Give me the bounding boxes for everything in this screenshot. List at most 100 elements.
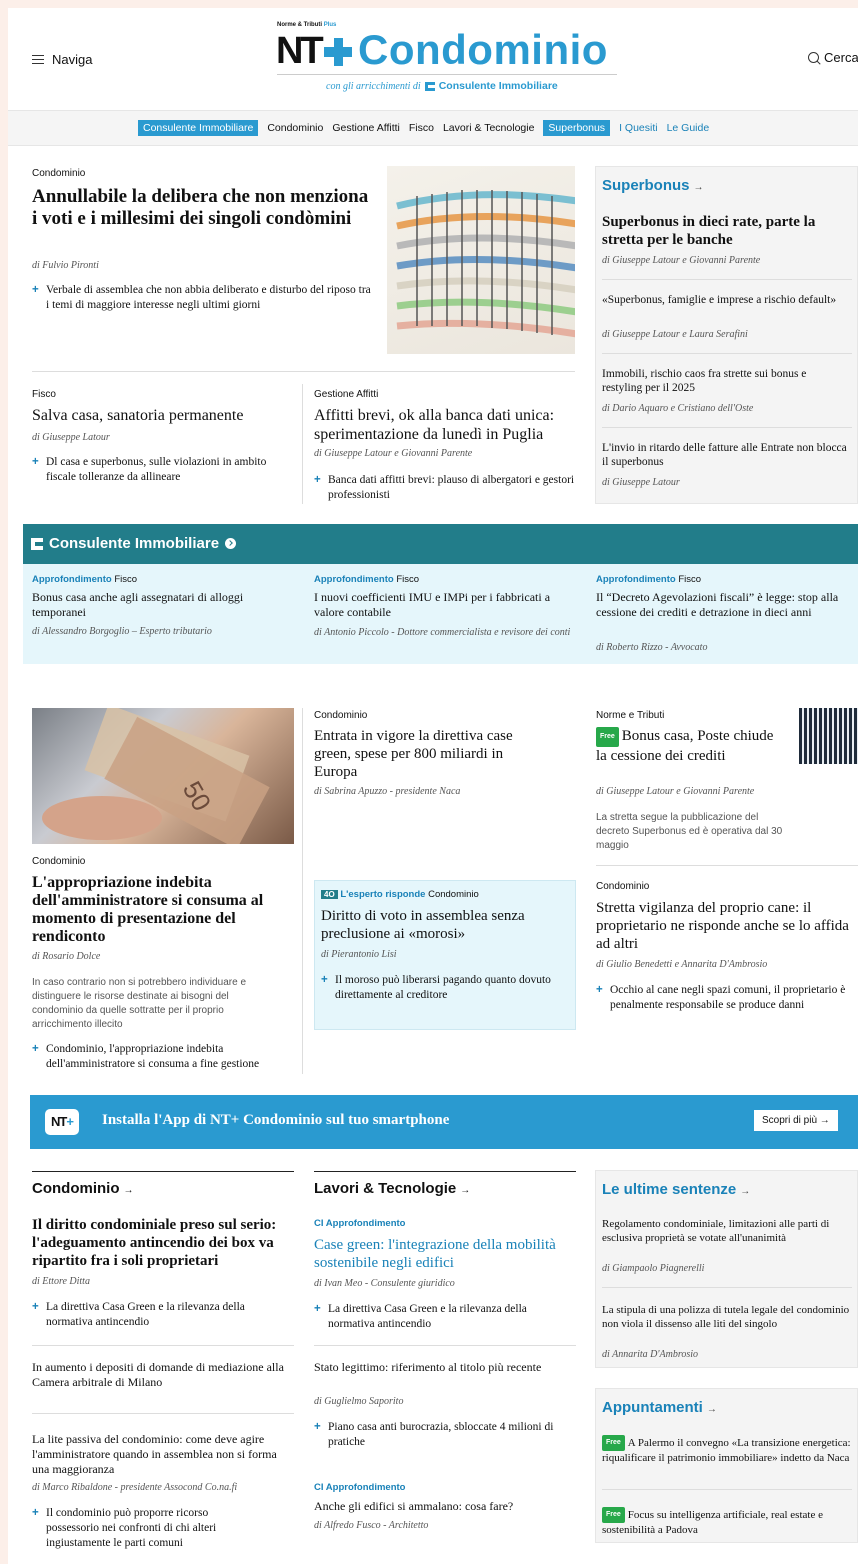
- section-nav: Consulente Immobiliare Condominio Gestio…: [8, 110, 858, 146]
- green-title[interactable]: Entrata in vigore la direttiva case gree…: [314, 727, 514, 781]
- ci-section-title: Consulente Immobiliare: [49, 535, 220, 552]
- ci-section-header[interactable]: Consulente Immobiliare: [23, 524, 858, 564]
- cane-related-link[interactable]: Occhio al cane negli spazi comuni, il pr…: [596, 983, 846, 1013]
- banknotes-illustration: 50: [42, 704, 270, 850]
- esperto-related-link[interactable]: Il moroso può liberarsi pagando quanto d…: [321, 973, 561, 1003]
- divider: [302, 708, 303, 1074]
- superbonus-item-4-byline: di Giuseppe Latour: [602, 477, 680, 488]
- poste-byline: di Giuseppe Latour e Giovanni Parente: [596, 786, 755, 797]
- lead-image[interactable]: [387, 166, 578, 354]
- divider: [602, 353, 852, 354]
- divider: [314, 1345, 576, 1346]
- superbonus-panel: Superbonus → Superbonus in dieci rate, pa…: [595, 166, 858, 504]
- fisco-related-link[interactable]: Dl casa e superbonus, sulle violazioni i…: [32, 455, 272, 485]
- nav-item-consulente[interactable]: Consulente Immobiliare: [138, 120, 259, 136]
- lavori-lead-title[interactable]: Case green: l'integrazione della mobilit…: [314, 1236, 576, 1272]
- fisco-kicker[interactable]: Fisco: [32, 389, 56, 400]
- menu-label: Naviga: [52, 52, 93, 67]
- nav-item-condominio[interactable]: Condominio: [267, 122, 323, 134]
- lavori-item-3-tag[interactable]: CI Approfondimento: [314, 1482, 405, 1493]
- lavori-lead-tag[interactable]: CI Approfondimento: [314, 1218, 405, 1229]
- appropriazione-image[interactable]: 50: [32, 704, 294, 850]
- lavori-section-label: Lavori & Tecnologie: [314, 1180, 457, 1197]
- ci-item-2-title[interactable]: I nuovi coefficienti IMU e IMPi per i fa…: [314, 590, 574, 620]
- cane-title[interactable]: Stretta vigilanza del proprio cane: il p…: [596, 899, 858, 953]
- esperto-badge: 4O: [321, 890, 338, 899]
- lavori-item-2-title[interactable]: Stato legittimo: riferimento al titolo p…: [314, 1360, 574, 1375]
- affitti-title[interactable]: Affitti brevi, ok alla banca dati unica:…: [314, 406, 576, 444]
- poste-title[interactable]: Free Bonus casa, Poste chiude la cessione…: [596, 727, 776, 765]
- sentenze-panel: Le ultime sentenze → Regolamento condomin…: [595, 1170, 858, 1368]
- superbonus-title-text: Superbonus: [602, 177, 690, 194]
- esperto-byline: di Pierantonio Lisi: [321, 949, 397, 960]
- lavori-item-2-related[interactable]: Piano casa anti burocrazia, sbloccate 4 …: [314, 1420, 576, 1450]
- condominio-item-3-byline: di Marco Ribaldone - presidente Assocond…: [32, 1482, 238, 1493]
- appropriazione-kicker[interactable]: Condominio: [32, 856, 85, 867]
- lavori-lead-related[interactable]: La direttiva Casa Green e la rilevanza d…: [314, 1302, 559, 1332]
- appropriazione-related-link[interactable]: Condominio, l'appropriazione indebita de…: [32, 1042, 297, 1072]
- ci-item-3-title[interactable]: Il “Decreto Agevolazioni fiscali” è legg…: [596, 590, 858, 620]
- logo-kicker-text: Norme & Tributi: [277, 22, 323, 28]
- superbonus-lead-byline: di Giuseppe Latour e Giovanni Parente: [602, 255, 761, 266]
- menu-button[interactable]: Naviga: [32, 52, 92, 67]
- cane-kicker[interactable]: Condominio: [596, 881, 649, 892]
- condominio-item-3-related[interactable]: Il condominio può proporre ricorso posse…: [32, 1506, 257, 1551]
- appropriazione-title[interactable]: L'appropriazione indebita dell'amministr…: [32, 874, 294, 946]
- superbonus-item-3-title[interactable]: Immobili, rischio caos fra strette sui b…: [602, 367, 847, 395]
- ci-item-3-tag[interactable]: Approfondimento Fisco: [596, 574, 701, 585]
- superbonus-item-3-byline: di Dario Aquaro e Cristiano dell'Oste: [602, 403, 754, 414]
- poste-kicker[interactable]: Norme e Tributi: [596, 710, 664, 721]
- condominio-item-2-title[interactable]: In aumento i depositi di domande di medi…: [32, 1360, 294, 1390]
- nav-item-guide[interactable]: Le Guide: [667, 122, 710, 134]
- nav-item-superbonus[interactable]: Superbonus: [543, 120, 611, 136]
- nav-item-quesiti[interactable]: I Quesiti: [619, 122, 658, 134]
- condominio-section-title[interactable]: Condominio →: [32, 1180, 133, 1197]
- ci-item-2-tag[interactable]: Approfondimento Fisco: [314, 574, 419, 585]
- appuntamenti-title[interactable]: Appuntamenti →: [602, 1399, 717, 1416]
- superbonus-lead-title[interactable]: Superbonus in dieci rate, parte la stret…: [602, 213, 852, 249]
- nav-item-gestione-affitti[interactable]: Gestione Affitti: [332, 122, 400, 134]
- site-header: Naviga Norme & Tributi Plus NT Condomini…: [8, 8, 858, 108]
- lavori-item-3-title[interactable]: Anche gli edifici si ammalano: cosa fare…: [314, 1499, 576, 1514]
- ci-item-2-byline: di Antonio Piccolo - Dottore commerciali…: [314, 627, 571, 638]
- nav-item-lavori[interactable]: Lavori & Tecnologie: [443, 122, 534, 134]
- search-button[interactable]: Cerca: [808, 50, 858, 65]
- lead-kicker[interactable]: Condominio: [32, 168, 85, 179]
- sentenze-item-1-title[interactable]: Regolamento condominiale, limitazioni al…: [602, 1217, 852, 1245]
- affitti-kicker[interactable]: Gestione Affitti: [314, 389, 378, 400]
- ci-item-1-tag[interactable]: Approfondimento Fisco: [32, 574, 137, 585]
- app-discover-button[interactable]: Scopri di più →: [754, 1110, 838, 1131]
- superbonus-title[interactable]: Superbonus →: [602, 177, 704, 194]
- fisco-title[interactable]: Salva casa, sanatoria permanente: [32, 406, 292, 425]
- nav-item-fisco[interactable]: Fisco: [409, 122, 434, 134]
- arrow-right-icon: →: [693, 182, 704, 193]
- esperto-tag[interactable]: 4O L'esperto risponde Condominio: [321, 889, 479, 900]
- affitti-byline: di Giuseppe Latour e Giovanni Parente: [314, 448, 473, 459]
- superbonus-item-4-title[interactable]: L'invio in ritardo delle fatture alle En…: [602, 441, 854, 469]
- sentenze-item-2-title[interactable]: La stipula di una polizza di tutela lega…: [602, 1303, 852, 1331]
- ci-item-1-title[interactable]: Bonus casa anche agli assegnatari di all…: [32, 590, 292, 620]
- condominio-item-3-title[interactable]: La lite passiva del condominio: come dev…: [32, 1432, 294, 1477]
- ci-section-body: Approfondimento Fisco Bonus casa anche a…: [23, 564, 858, 664]
- lead-title[interactable]: Annullabile la delibera che non menziona…: [32, 186, 372, 230]
- logo-name: Condominio: [358, 26, 608, 73]
- appuntamenti-item-1[interactable]: Free A Palermo il convegno «La transizion…: [602, 1435, 852, 1465]
- condominio-lead-title[interactable]: Il diritto condominiale preso sul serio:…: [32, 1216, 300, 1270]
- green-byline: di Sabrina Apuzzo - presidente Naca: [314, 786, 461, 797]
- poste-thumbnail[interactable]: [799, 708, 858, 764]
- sentenze-title[interactable]: Le ultime sentenze →: [602, 1181, 750, 1198]
- arrow-right-icon: →: [123, 1185, 134, 1196]
- ci-tag-label: Approfondimento: [596, 574, 676, 585]
- condominio-lead-related[interactable]: La direttiva Casa Green e la rilevanza d…: [32, 1300, 282, 1330]
- affitti-related-link[interactable]: Banca dati affitti brevi: plauso di albe…: [314, 473, 576, 503]
- lead-related-link[interactable]: Verbale di assemblea che non abbia delib…: [32, 283, 372, 313]
- circle-arrow-icon: [225, 538, 237, 549]
- lavori-section-title[interactable]: Lavori & Tecnologie →: [314, 1180, 470, 1197]
- esperto-title[interactable]: Diritto di voto in assemblea senza precl…: [321, 907, 571, 943]
- appuntamenti-item-2[interactable]: Free Focus su intelligenza artificiale, r…: [602, 1507, 852, 1537]
- app-logo-plus: +: [66, 1114, 74, 1129]
- superbonus-item-2-title[interactable]: «Superbonus, famiglie e imprese a rischi…: [602, 293, 847, 307]
- divider: [32, 371, 575, 372]
- green-kicker[interactable]: Condominio: [314, 710, 367, 721]
- divider: [602, 279, 852, 280]
